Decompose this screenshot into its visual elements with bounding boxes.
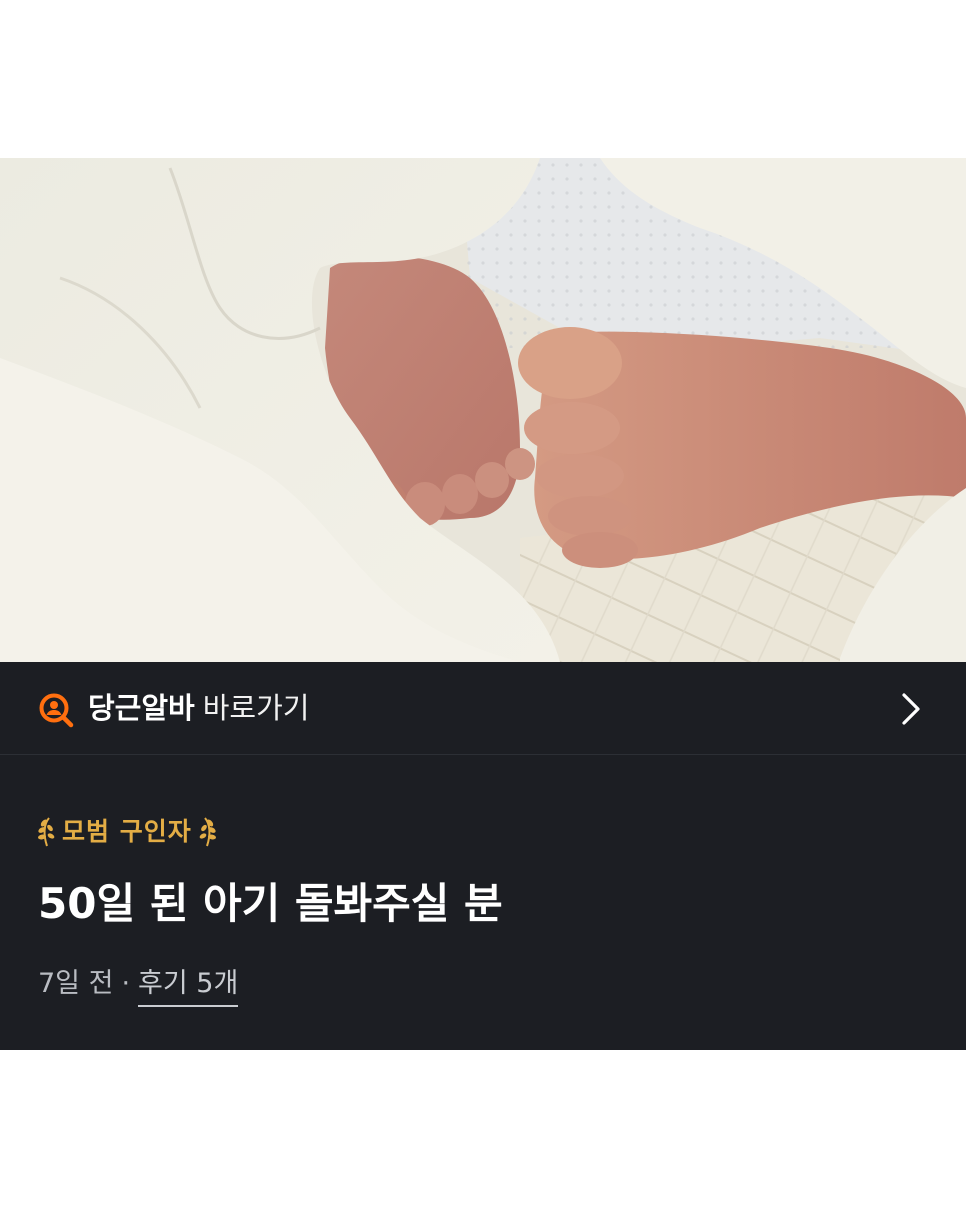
shortcut-label: 당근알바 바로가기	[88, 689, 309, 727]
job-post-card: 당근알바 바로가기 모범 구인자 50일 된 아기 돌봐주실 분 7일 전 · …	[0, 662, 966, 1050]
daangn-alba-shortcut[interactable]: 당근알바 바로가기	[0, 662, 966, 755]
model-employer-badge: 모범 구인자	[36, 812, 218, 852]
baby-feet-illustration	[0, 158, 966, 662]
meta-separator: ·	[121, 968, 131, 999]
search-person-icon	[39, 693, 74, 728]
shortcut-action: 바로가기	[202, 691, 310, 725]
laurel-right-icon	[199, 817, 216, 847]
laurel-left-icon	[38, 817, 55, 847]
post-meta: 7일 전 · 후기 5개	[38, 964, 239, 1007]
post-title: 50일 된 아기 돌봐주실 분	[38, 879, 503, 928]
reviews-link[interactable]: 후기 5개	[138, 968, 239, 1007]
shortcut-brand: 당근알바	[88, 691, 195, 725]
post-photo[interactable]	[0, 158, 966, 662]
time-ago: 7일 전	[38, 968, 114, 999]
chevron-right-icon[interactable]	[896, 692, 926, 726]
badge-label: 모범 구인자	[62, 817, 192, 846]
